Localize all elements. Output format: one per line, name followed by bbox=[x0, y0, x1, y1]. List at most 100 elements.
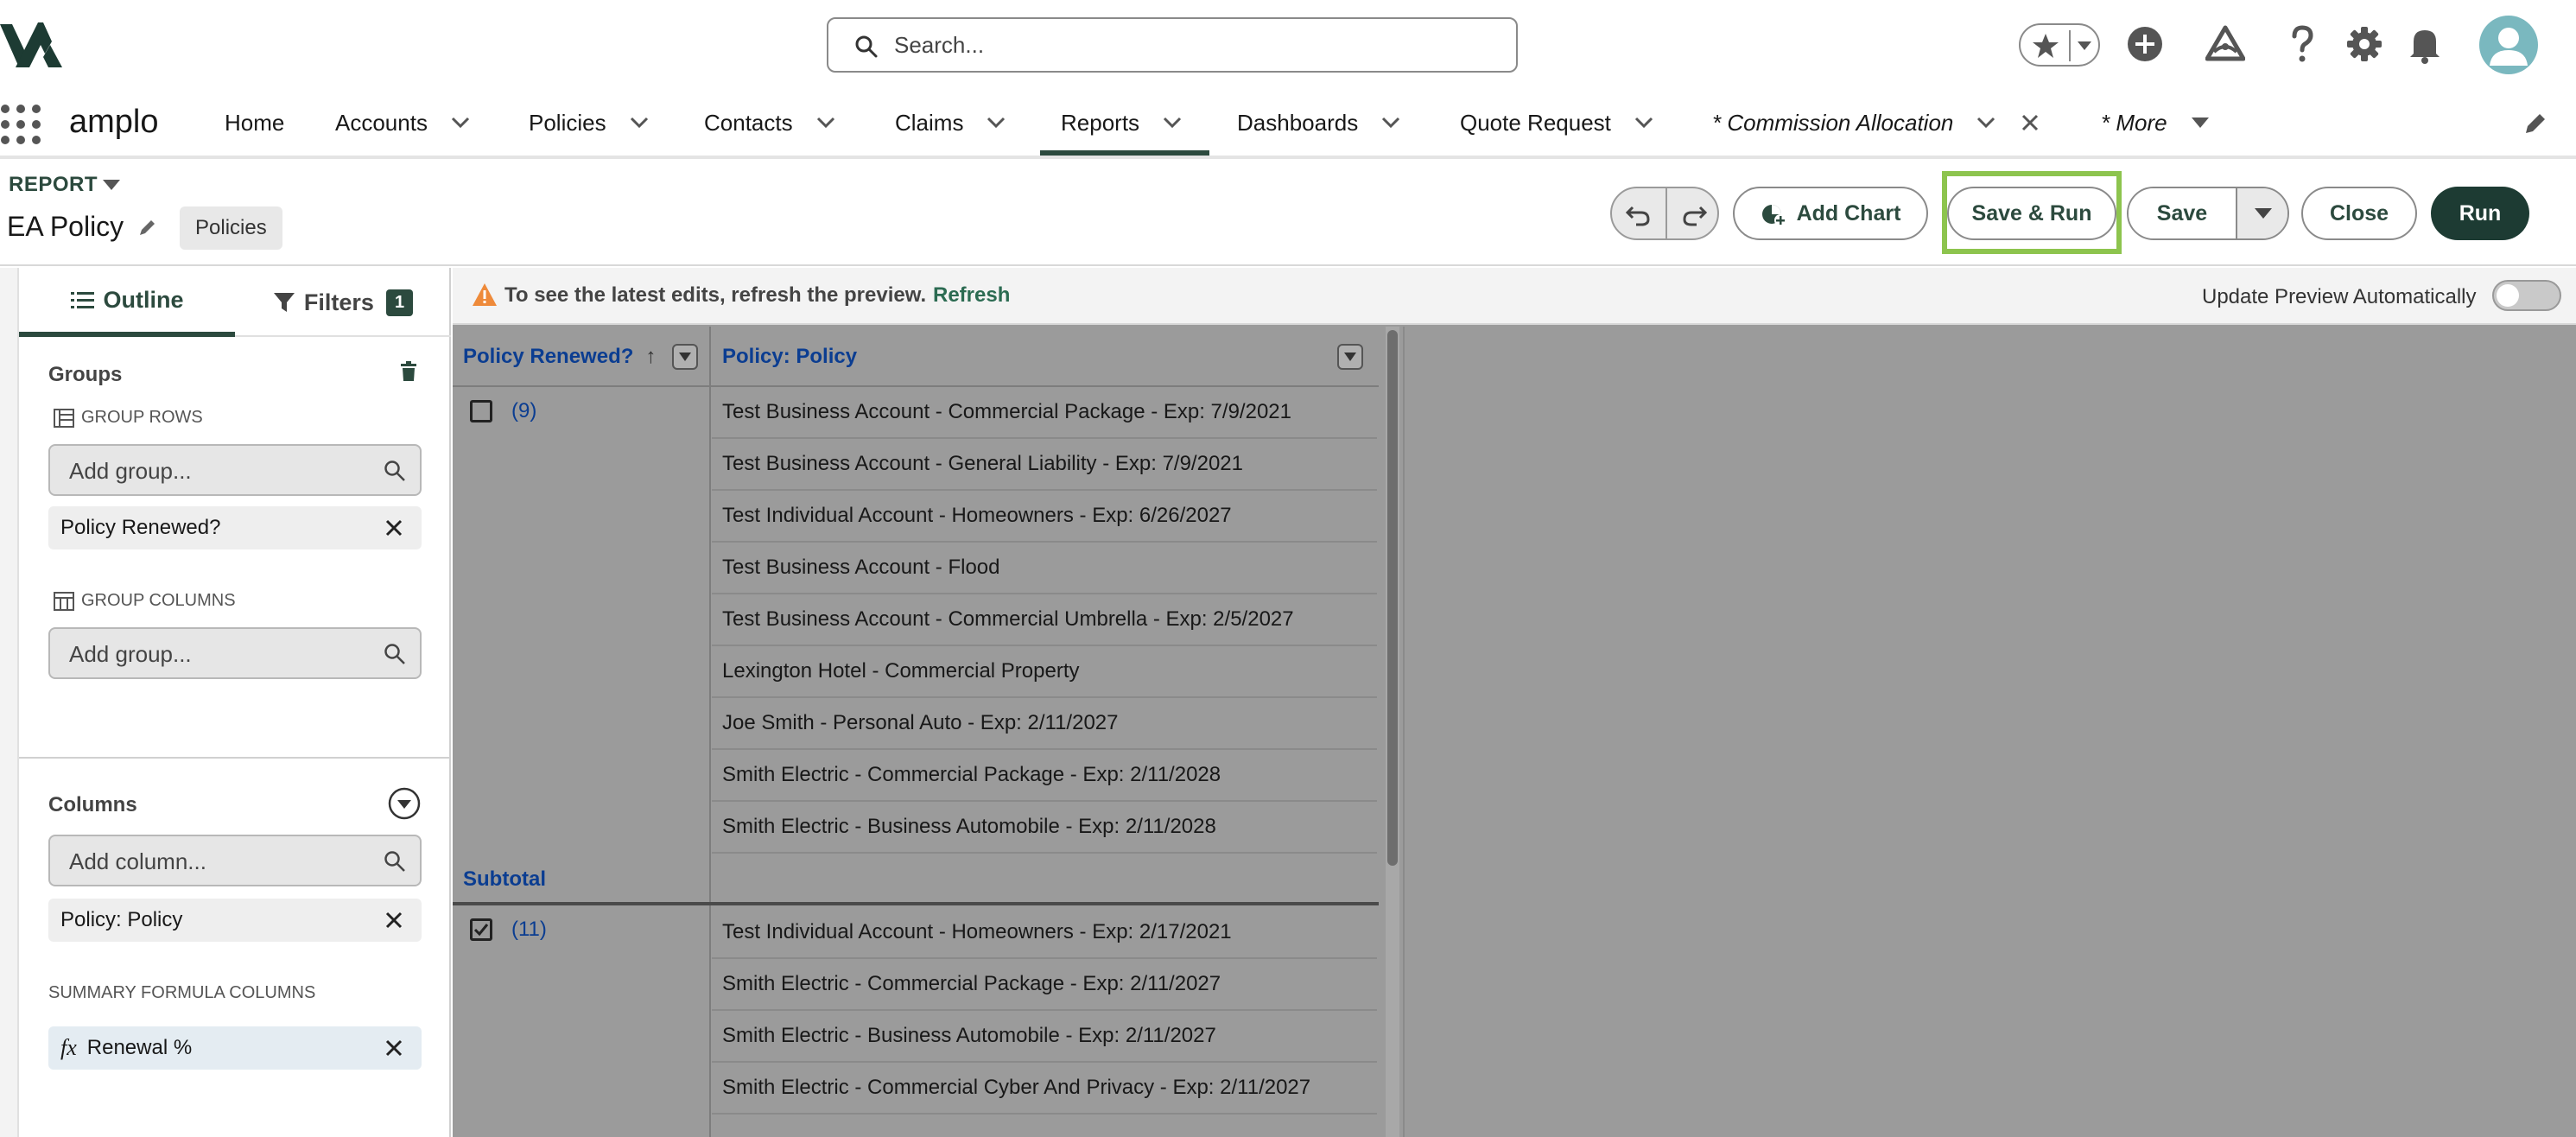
preview-warning-text: To see the latest edits, refresh the pre… bbox=[504, 283, 927, 307]
add-icon[interactable] bbox=[2125, 24, 2165, 64]
chevron-down-icon[interactable] bbox=[1380, 116, 1401, 130]
group-count[interactable]: (11) bbox=[511, 918, 547, 942]
tab-outline[interactable]: Outline bbox=[19, 268, 235, 337]
gear-icon[interactable] bbox=[2344, 24, 2384, 64]
redo-button[interactable] bbox=[1667, 188, 1717, 238]
remove-icon[interactable] bbox=[385, 1039, 403, 1057]
chevron-down-icon[interactable] bbox=[1162, 116, 1183, 130]
nav-tab-home[interactable]: Home bbox=[225, 90, 284, 156]
column-chip: Policy: Policy bbox=[48, 899, 422, 942]
avatar[interactable] bbox=[2479, 16, 2538, 74]
nav-tab-accounts[interactable]: Accounts bbox=[335, 90, 471, 156]
chevron-down-icon[interactable] bbox=[1976, 116, 1996, 130]
save-label: Save bbox=[2156, 200, 2208, 225]
formula-icon: fx bbox=[60, 1035, 77, 1060]
report-header: REPORT EA Policy Policies Add Chart Save… bbox=[0, 162, 2576, 266]
group-count[interactable]: (9) bbox=[511, 399, 536, 423]
edit-nav-icon[interactable] bbox=[2522, 111, 2548, 137]
auto-update-toggle[interactable] bbox=[2492, 280, 2561, 311]
groups-title: Groups bbox=[48, 363, 123, 386]
sort-ascending-icon: ↑ bbox=[645, 345, 657, 368]
nav-tab-dashboards[interactable]: Dashboards bbox=[1237, 90, 1401, 156]
group-checkbox[interactable] bbox=[470, 400, 492, 422]
brand-logo[interactable] bbox=[0, 19, 62, 67]
chevron-down-icon[interactable] bbox=[2076, 39, 2093, 53]
table-row: Test Business Account - Flood bbox=[712, 543, 1377, 594]
chevron-down-icon[interactable] bbox=[1634, 116, 1654, 130]
nav-tab-quote-request[interactable]: Quote Request bbox=[1460, 90, 1654, 156]
nav-tab-label: Quote Request bbox=[1460, 109, 1611, 136]
column-menu-button[interactable] bbox=[672, 344, 698, 370]
chevron-down-icon[interactable] bbox=[450, 116, 471, 130]
add-column-input[interactable] bbox=[69, 847, 380, 876]
nav-tab-label: * Commission Allocation bbox=[1712, 109, 1954, 136]
columns-menu-icon[interactable] bbox=[387, 786, 422, 821]
caret-down-icon[interactable] bbox=[102, 178, 121, 192]
tab-filters[interactable]: Filters 1 bbox=[235, 268, 451, 337]
nav-tab-label: Accounts bbox=[335, 109, 428, 136]
group-cell: (11) bbox=[470, 918, 547, 942]
nav-tab-label: Policies bbox=[529, 109, 606, 136]
add-group-columns-field[interactable] bbox=[48, 627, 422, 679]
column-header-policy[interactable]: Policy: Policy bbox=[722, 327, 1379, 387]
add-group-rows-field[interactable] bbox=[48, 444, 422, 496]
help-icon[interactable] bbox=[2282, 24, 2322, 64]
nav-tab-label: Home bbox=[225, 109, 285, 136]
close-button[interactable]: Close bbox=[2301, 187, 2417, 240]
nav-tab-claims[interactable]: Claims bbox=[895, 90, 1006, 156]
nav-tab-commission-allocation[interactable]: * Commission Allocation bbox=[1712, 90, 2040, 156]
chevron-down-icon[interactable] bbox=[815, 116, 836, 130]
caret-down-icon[interactable] bbox=[2190, 116, 2211, 130]
grid-edge bbox=[1403, 327, 1405, 1137]
preview-banner: To see the latest edits, refresh the pre… bbox=[453, 268, 2576, 325]
caret-down-icon bbox=[1344, 353, 1356, 361]
column-header-policy-renewed[interactable]: Policy Renewed? ↑ bbox=[463, 327, 708, 387]
favorites-group[interactable] bbox=[2019, 23, 2100, 67]
add-group-columns-input[interactable] bbox=[69, 639, 380, 669]
panel-collapse-strip[interactable] bbox=[0, 268, 19, 1137]
trailhead-icon[interactable] bbox=[2205, 24, 2245, 64]
report-label[interactable]: REPORT bbox=[9, 173, 98, 197]
app-name: amplo bbox=[69, 104, 159, 140]
nav-tab-label: Reports bbox=[1061, 109, 1140, 136]
add-group-rows-input[interactable] bbox=[69, 456, 380, 486]
column-menu-button[interactable] bbox=[1337, 344, 1363, 370]
check-icon bbox=[473, 924, 489, 937]
save-button[interactable]: Save bbox=[2129, 188, 2236, 238]
delete-icon[interactable] bbox=[399, 361, 418, 382]
remove-icon[interactable] bbox=[385, 912, 403, 929]
save-and-run-button[interactable]: Save & Run bbox=[1947, 187, 2116, 240]
refresh-link[interactable]: Refresh bbox=[933, 283, 1010, 308]
table-row: Joe Smith - Personal Auto - Exp: 2/11/20… bbox=[712, 698, 1377, 750]
pencil-icon[interactable] bbox=[138, 218, 157, 237]
nav-tab-contacts[interactable]: Contacts bbox=[704, 90, 836, 156]
run-button[interactable]: Run bbox=[2431, 187, 2529, 240]
group-checkbox-checked[interactable] bbox=[470, 918, 492, 941]
nav-tab-label: * More bbox=[2101, 109, 2167, 136]
bell-icon[interactable] bbox=[2405, 24, 2445, 64]
undo-button[interactable] bbox=[1612, 188, 1666, 238]
add-column-field[interactable] bbox=[48, 835, 422, 886]
remove-icon[interactable] bbox=[385, 519, 403, 537]
table-row: Smith Electric - Commercial Cyber And Pr… bbox=[712, 1063, 1377, 1115]
add-chart-button[interactable]: Add Chart bbox=[1733, 187, 1928, 240]
table-row: Lexington Hotel - Commercial Property bbox=[712, 646, 1377, 698]
nav-tab-policies[interactable]: Policies bbox=[529, 90, 650, 156]
scrollbar-thumb[interactable] bbox=[1387, 330, 1398, 866]
caret-down-icon bbox=[2255, 208, 2272, 219]
chevron-down-icon[interactable] bbox=[986, 116, 1006, 130]
grid-scrollbar[interactable] bbox=[1386, 327, 1399, 1137]
nav-tab-reports[interactable]: Reports bbox=[1040, 90, 1209, 156]
close-tab-icon[interactable] bbox=[2021, 113, 2040, 132]
report-title: EA Policy bbox=[7, 211, 124, 242]
save-and-run-label: Save & Run bbox=[1971, 200, 2092, 225]
nav-tab-more[interactable]: * More bbox=[2101, 90, 2211, 156]
chevron-down-icon[interactable] bbox=[629, 116, 650, 130]
search-input[interactable] bbox=[894, 28, 1499, 62]
save-options-button[interactable] bbox=[2237, 188, 2287, 238]
table-row: Test Individual Account - Homeowners - E… bbox=[712, 907, 1377, 959]
global-search[interactable] bbox=[827, 17, 1518, 73]
app-launcher-icon[interactable] bbox=[0, 104, 41, 145]
search-icon bbox=[384, 851, 405, 872]
star-icon[interactable] bbox=[2031, 32, 2060, 60]
